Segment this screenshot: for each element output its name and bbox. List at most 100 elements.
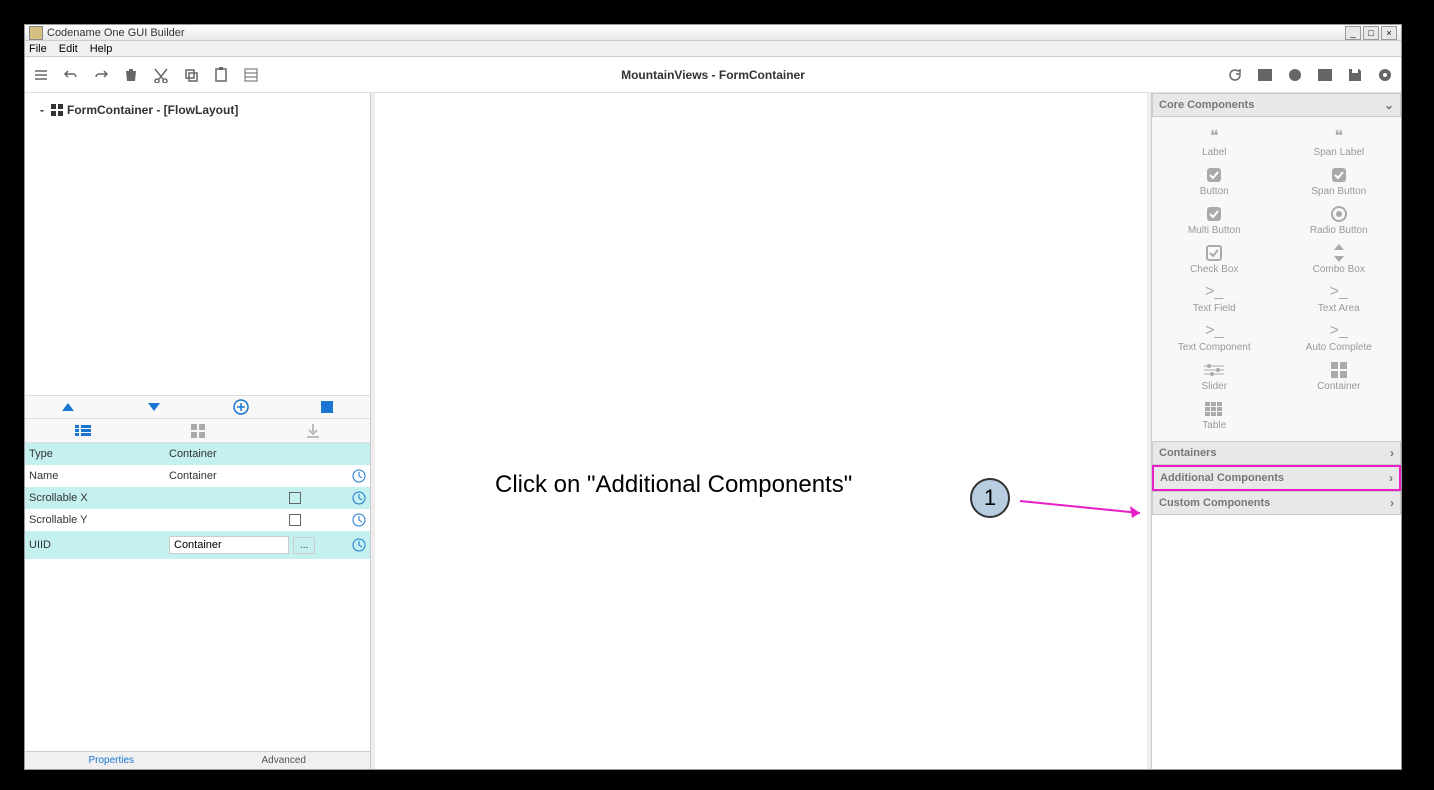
custom-components-header[interactable]: Custom Components › [1152,491,1401,515]
toolbar-title: MountainViews - FormContainer [621,68,805,82]
uiid-more-button[interactable]: ... [293,537,315,554]
left-panel: - FormContainer - [FlowLayout] [25,93,371,769]
minimize-button[interactable]: _ [1345,26,1361,40]
prop-row-scrollx: Scrollable X [25,487,370,509]
settings-icon[interactable] [1377,67,1393,83]
prop-row-scrolly: Scrollable Y [25,509,370,531]
table-icon [1203,400,1225,418]
refresh-icon[interactable] [1227,67,1243,83]
save-icon[interactable] [1347,67,1363,83]
grid-view-tab[interactable] [140,419,255,442]
component-span-label[interactable]: ❝ Span Label [1277,123,1402,162]
component-auto-complete[interactable]: >_ Auto Complete [1277,318,1402,357]
design-canvas[interactable]: Click on "Additional Components" 1 [371,93,1151,769]
additional-components-label: Additional Components [1160,472,1284,484]
check-square-icon [1203,205,1225,223]
app-window: Codename One GUI Builder _ □ × File Edit… [24,24,1402,770]
containers-header[interactable]: Containers › [1152,441,1401,465]
menu-icon[interactable] [33,67,49,83]
prop-row-type: Type Container [25,443,370,465]
chevron-right-icon: › [1390,496,1394,510]
toolbar-left [33,67,259,83]
property-view-tabs [25,419,370,443]
additional-components-header[interactable]: Additional Components › [1152,465,1401,491]
list-view-tab[interactable] [25,419,140,442]
annotation-number-circle: 1 [970,478,1010,518]
check-square-icon [1328,166,1350,184]
scrollx-checkbox[interactable] [289,492,301,504]
copy-icon[interactable] [183,67,199,83]
component-label[interactable]: ❝ Label [1152,123,1277,162]
target-button[interactable] [284,396,370,418]
core-components-grid: ❝ Label ❝ Span Label Button Span Button [1152,117,1401,441]
circle-icon[interactable] [1287,67,1303,83]
image-icon[interactable] [1317,67,1333,83]
redo-icon[interactable] [93,67,109,83]
component-text-component[interactable]: >_ Text Component [1152,318,1277,357]
tree-root-item[interactable]: - FormContainer - [FlowLayout] [33,101,362,119]
main-area: - FormContainer - [FlowLayout] [25,93,1401,769]
component-table[interactable]: Table [1152,396,1277,435]
move-down-button[interactable] [111,396,197,418]
component-combo-box[interactable]: Combo Box [1277,240,1402,279]
cut-icon[interactable] [153,67,169,83]
prop-name-label: Name [29,470,169,482]
maximize-button[interactable]: □ [1363,26,1379,40]
prop-row-name: Name Container [25,465,370,487]
prop-type-label: Type [29,448,169,460]
delete-icon[interactable] [123,67,139,83]
container-icon [51,104,63,116]
add-button[interactable] [198,396,284,418]
prompt-icon: >_ [1203,283,1225,301]
prompt-icon: >_ [1203,322,1225,340]
tab-advanced[interactable]: Advanced [198,752,371,769]
tree-toolbar [25,395,370,419]
quote-icon: ❝ [1328,127,1350,145]
chevron-down-icon: ⌄ [1384,98,1394,112]
core-components-header[interactable]: Core Components ⌄ [1152,93,1401,117]
paste-icon[interactable] [213,67,229,83]
tree-expand-icon[interactable]: - [37,103,47,117]
prop-type-value: Container [169,448,366,460]
close-button[interactable]: × [1381,26,1397,40]
history-icon[interactable] [352,538,366,552]
menu-help[interactable]: Help [90,43,113,55]
core-components-label: Core Components [1159,99,1254,111]
component-check-box[interactable]: Check Box [1152,240,1277,279]
move-up-button[interactable] [25,396,111,418]
component-palette: Core Components ⌄ ❝ Label ❝ Span Label B… [1151,93,1401,769]
component-text-area[interactable]: >_ Text Area [1277,279,1402,318]
radio-icon [1328,205,1350,223]
tab-properties[interactable]: Properties [25,752,198,769]
photo-icon[interactable] [1257,67,1273,83]
component-slider[interactable]: Slider [1152,357,1277,396]
menu-file[interactable]: File [29,43,47,55]
uiid-input[interactable] [169,536,289,554]
component-button[interactable]: Button [1152,162,1277,201]
component-text-field[interactable]: >_ Text Field [1152,279,1277,318]
download-tab[interactable] [255,419,370,442]
annotation-arrow-icon [1015,491,1155,521]
component-radio-button[interactable]: Radio Button [1277,201,1402,240]
window-controls: _ □ × [1345,26,1397,40]
prop-row-uiid: UIID ... [25,531,370,559]
list-icon[interactable] [243,67,259,83]
prop-name-value[interactable]: Container [169,470,217,482]
check-square-icon [1203,166,1225,184]
menu-edit[interactable]: Edit [59,43,78,55]
history-icon[interactable] [352,469,366,483]
scrolly-checkbox[interactable] [289,514,301,526]
history-icon[interactable] [352,513,366,527]
prompt-icon: >_ [1328,322,1350,340]
toolbar-right [1227,67,1393,83]
component-span-button[interactable]: Span Button [1277,162,1402,201]
app-icon [29,26,43,40]
component-container[interactable]: Container [1277,357,1402,396]
custom-components-label: Custom Components [1159,497,1270,509]
window-title: Codename One GUI Builder [47,27,1345,39]
undo-icon[interactable] [63,67,79,83]
history-icon[interactable] [352,491,366,505]
updown-icon [1328,244,1350,262]
component-multi-button[interactable]: Multi Button [1152,201,1277,240]
grid-icon [1328,361,1350,379]
